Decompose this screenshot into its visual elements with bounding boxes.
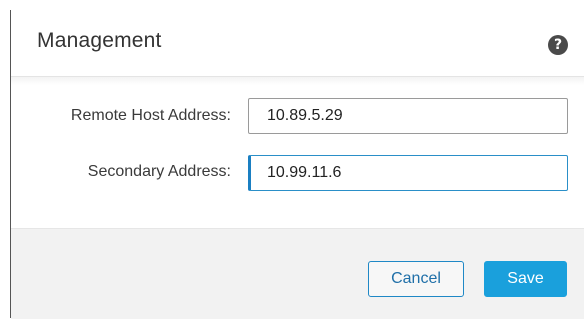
secondary-address-input[interactable] (248, 155, 568, 191)
dialog-title: Management (37, 29, 162, 52)
remote-host-address-label: Remote Host Address: (70, 107, 231, 124)
save-button[interactable]: Save (484, 261, 567, 297)
dialog-header: Management ? (11, 0, 584, 84)
management-dialog: Management ? Remote Host Address: Second… (0, 0, 584, 319)
cancel-button[interactable]: Cancel (368, 261, 464, 297)
help-icon[interactable]: ? (548, 35, 568, 55)
remote-host-address-input[interactable] (248, 98, 568, 134)
secondary-address-label: Secondary Address: (87, 163, 231, 180)
header-divider (11, 76, 584, 85)
